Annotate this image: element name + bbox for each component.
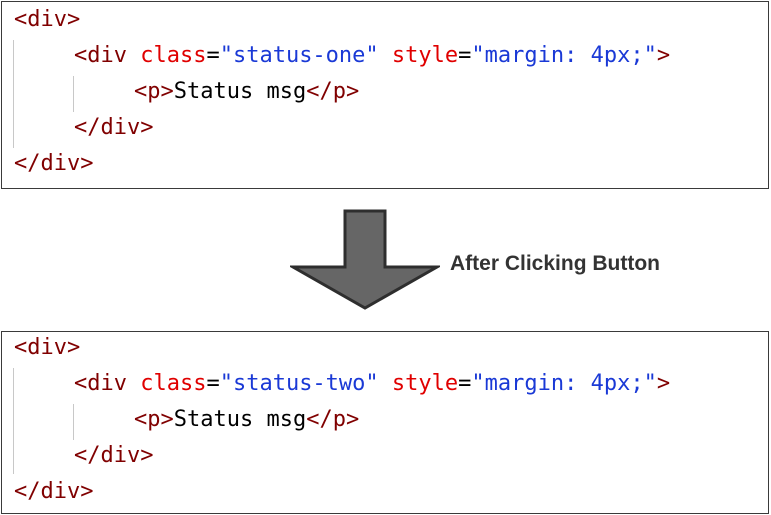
tag-token: > bbox=[656, 371, 671, 396]
equals-token: = bbox=[458, 43, 472, 68]
value-token: "margin: 4px;" bbox=[471, 371, 657, 396]
tag-token: </p> bbox=[306, 407, 360, 432]
value-token: "margin: 4px;" bbox=[471, 43, 657, 68]
code-block-before: <div> <div class="status-one" style="mar… bbox=[1, 1, 769, 189]
attribute-token: class bbox=[140, 43, 207, 68]
code-block-after: <div> <div class="status-two" style="mar… bbox=[1, 331, 769, 514]
code-line-2: <div class="status-two" style="margin: 4… bbox=[74, 370, 670, 398]
code-line-5: </div> bbox=[14, 478, 93, 506]
code-line-3: <p>Status msg</p> bbox=[134, 78, 359, 106]
indent-guide bbox=[73, 76, 74, 112]
tag-token: </div> bbox=[74, 443, 154, 468]
tag-token: <div> bbox=[14, 7, 81, 32]
transition-label: After Clicking Button bbox=[450, 252, 660, 275]
tag-token: </p> bbox=[306, 79, 360, 104]
tag-token: <div bbox=[74, 371, 141, 396]
indent-guide bbox=[13, 40, 14, 148]
tag-token: </div> bbox=[14, 151, 94, 176]
attribute-token: class bbox=[140, 371, 207, 396]
code-line-1: <div> bbox=[14, 334, 80, 362]
tag-token: </div> bbox=[14, 479, 94, 504]
down-arrow-icon bbox=[290, 209, 440, 310]
tag-token: <div> bbox=[14, 335, 81, 360]
code-line-1: <div> bbox=[14, 6, 80, 34]
code-line-4: </div> bbox=[74, 442, 153, 470]
code-line-5: </div> bbox=[14, 150, 93, 178]
indent-guide bbox=[13, 368, 14, 474]
tag-token: <p> bbox=[134, 407, 174, 432]
tag-token: </div> bbox=[74, 115, 154, 140]
code-line-4: </div> bbox=[74, 114, 153, 142]
tag-token: > bbox=[656, 43, 671, 68]
text-token: Status msg bbox=[173, 79, 307, 104]
equals-token: = bbox=[206, 43, 220, 68]
tag-token: <div bbox=[74, 43, 141, 68]
attribute-token: style bbox=[391, 43, 459, 68]
value-token: "status-one" bbox=[219, 43, 379, 68]
attribute-token: style bbox=[391, 371, 459, 396]
value-token: "status-two" bbox=[219, 371, 379, 396]
code-line-2: <div class="status-one" style="margin: 4… bbox=[74, 42, 670, 70]
code-line-3: <p>Status msg</p> bbox=[134, 406, 359, 434]
text-token: Status msg bbox=[173, 407, 307, 432]
tag-token: <p> bbox=[134, 79, 174, 104]
equals-token: = bbox=[458, 371, 472, 396]
equals-token: = bbox=[206, 371, 220, 396]
indent-guide bbox=[73, 404, 74, 440]
